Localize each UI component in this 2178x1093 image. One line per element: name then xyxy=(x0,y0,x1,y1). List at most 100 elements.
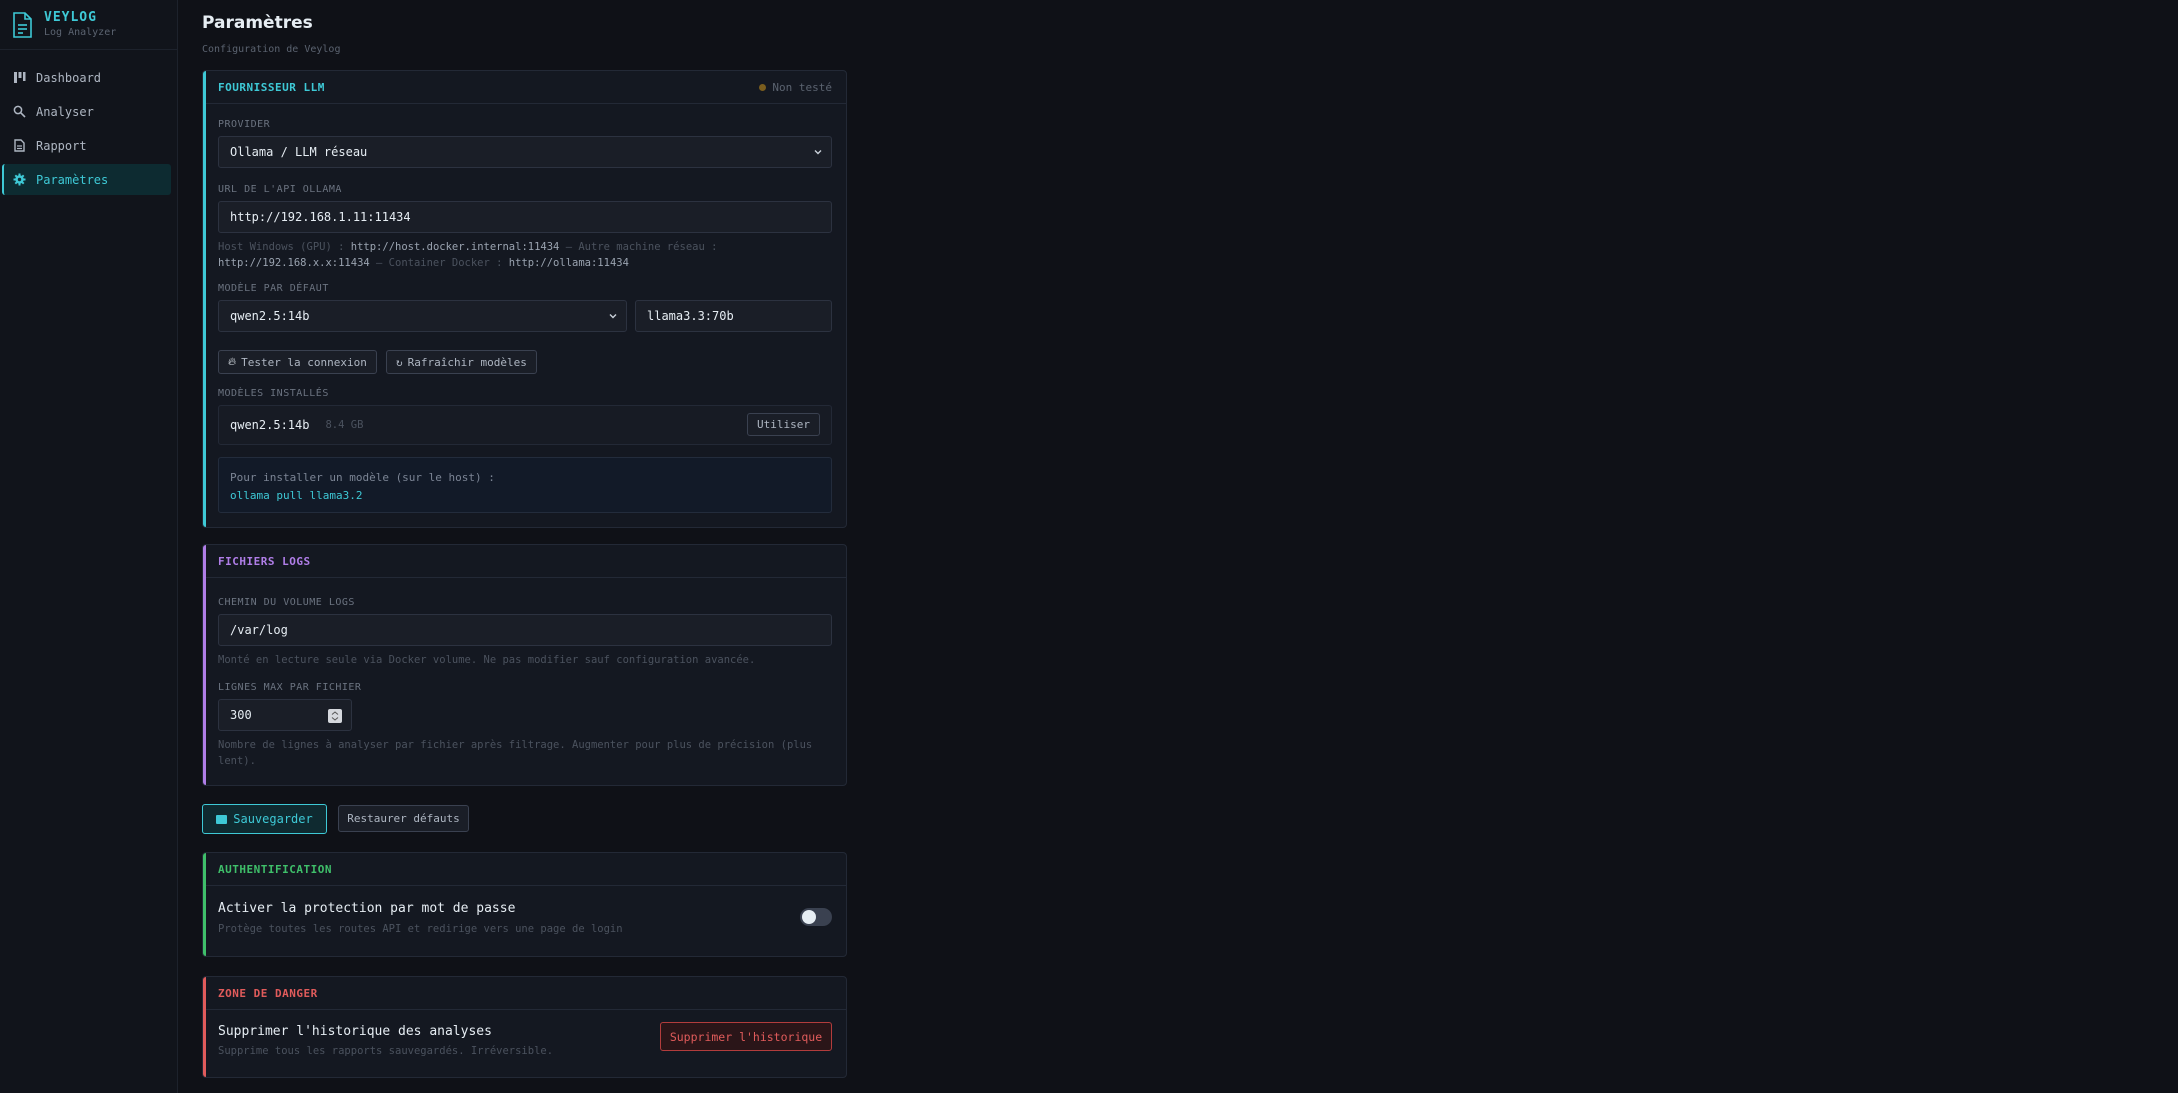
sidebar-item-label: Dashboard xyxy=(36,70,102,85)
test-connection-button[interactable]: 🔥︎ Tester la connexion xyxy=(218,350,377,374)
install-info-box: Pour installer un modèle (sur le host) :… xyxy=(218,457,832,513)
button-label: Rafraîchir modèles xyxy=(407,355,527,369)
search-icon xyxy=(13,105,26,118)
list-item: qwen2.5:14b 8.4 GB Utiliser xyxy=(218,405,832,445)
button-label: Supprimer l'historique xyxy=(669,1029,823,1044)
custom-model-input[interactable]: llama3.3:70b xyxy=(635,300,832,332)
flame-icon: 🔥︎ xyxy=(228,355,237,368)
logo-file-icon xyxy=(13,11,32,38)
button-label: Tester la connexion xyxy=(241,355,367,369)
url-hint: Host Windows (GPU) : http://host.docker.… xyxy=(218,239,717,271)
password-protection-subtitle: Protège toutes les routes API et redirig… xyxy=(218,923,623,935)
dashboard-icon xyxy=(14,72,26,83)
logs-path-input[interactable]: /var/log xyxy=(218,614,832,646)
hint-text: Host Windows (GPU) : xyxy=(218,241,351,253)
save-icon xyxy=(216,814,228,824)
status-dot-icon xyxy=(759,83,767,91)
llm-provider-card: FOURNISSEUR LLM Non testé PROVIDER Ollam… xyxy=(202,70,847,528)
page-subtitle: Configuration de Veylog xyxy=(202,44,341,55)
default-model-label: MODÈLE PAR DÉFAUT xyxy=(218,283,329,294)
hint-code: http://ollama:11434 xyxy=(508,257,629,269)
install-info-text: Pour installer un modèle (sur le host) : xyxy=(230,471,495,484)
hint-text: Nombre de lignes à analyser par fichier … xyxy=(218,739,813,751)
connection-status: Non testé xyxy=(759,81,832,94)
logs-path-hint: Monté en lecture seule via Docker volume… xyxy=(218,654,756,666)
page-title: Paramètres xyxy=(202,13,313,33)
max-lines-value: 300 xyxy=(230,708,252,722)
card-header: AUTHENTIFICATION xyxy=(203,853,846,886)
refresh-models-button[interactable]: ↻ Rafraîchir modèles xyxy=(386,350,537,374)
sidebar-item-parametres[interactable]: Paramètres xyxy=(2,164,171,195)
max-lines-input[interactable]: 300 xyxy=(218,699,352,731)
hint-code: http://host.docker.internal:11434 xyxy=(350,241,560,253)
danger-zone-card: ZONE DE DANGER Supprimer l'historique de… xyxy=(202,976,847,1078)
installed-models-label: MODÈLES INSTALLÉS xyxy=(218,388,329,399)
restore-defaults-button[interactable]: Restaurer défauts xyxy=(338,805,469,832)
chevron-down-icon xyxy=(609,314,617,319)
default-model-value: qwen2.5:14b xyxy=(230,309,310,323)
card-body: Supprimer l'historique des analyses Supp… xyxy=(203,1010,846,1077)
provider-select-value: Ollama / LLM réseau xyxy=(230,145,368,159)
custom-model-value: llama3.3:70b xyxy=(647,309,734,323)
logs-path-value: /var/log xyxy=(230,623,288,637)
sidebar-nav: Dashboard Analyser Rapport Paramètres xyxy=(0,50,177,195)
card-body: Activer la protection par mot de passe P… xyxy=(203,886,846,956)
card-title: FOURNISSEUR LLM xyxy=(218,80,325,94)
hint-code: http://192.168.x.x:11434 xyxy=(218,257,370,269)
main-content: Paramètres Configuration de Veylog FOURN… xyxy=(202,0,847,1078)
button-label: Restaurer défauts xyxy=(347,812,460,825)
card-title: ZONE DE DANGER xyxy=(218,986,318,1000)
provider-select[interactable]: Ollama / LLM réseau xyxy=(218,136,832,168)
number-stepper[interactable] xyxy=(328,709,342,723)
sidebar: VEYLOG Log Analyzer Dashboard Analyser R… xyxy=(0,0,178,1093)
log-files-card: FICHIERS LOGS CHEMIN DU VOLUME LOGS /var… xyxy=(202,544,847,786)
hint-text: — Container Docker : xyxy=(369,257,509,269)
sidebar-item-dashboard[interactable]: Dashboard xyxy=(2,62,171,93)
sidebar-item-label: Paramètres xyxy=(36,172,109,187)
sidebar-item-rapport[interactable]: Rapport xyxy=(2,130,171,161)
toggle-knob xyxy=(802,910,816,924)
ollama-url-input[interactable]: http://192.168.1.11:11434 xyxy=(218,201,832,233)
save-button[interactable]: Sauvegarder xyxy=(202,804,327,834)
model-name: qwen2.5:14b xyxy=(230,418,310,432)
password-protection-toggle[interactable] xyxy=(800,908,832,926)
delete-history-subtitle: Supprime tous les rapports sauvegardés. … xyxy=(218,1045,554,1057)
status-text: Non testé xyxy=(772,80,832,94)
brand-subtitle: Log Analyzer xyxy=(44,26,117,38)
card-header: FICHIERS LOGS xyxy=(203,545,846,578)
card-header: ZONE DE DANGER xyxy=(203,977,846,1010)
model-size: 8.4 GB xyxy=(325,419,364,431)
use-model-button[interactable]: Utiliser xyxy=(747,413,820,436)
sidebar-item-label: Analyser xyxy=(36,104,94,119)
provider-label: PROVIDER xyxy=(218,119,271,130)
hint-text: — Autre machine réseau : xyxy=(559,241,718,253)
delete-history-title: Supprimer l'historique des analyses xyxy=(218,1024,492,1039)
card-accent xyxy=(203,71,206,527)
card-header: FOURNISSEUR LLM Non testé xyxy=(203,71,846,104)
chevron-down-icon xyxy=(814,150,822,155)
button-label: Sauvegarder xyxy=(233,812,313,826)
url-label: URL DE L'API OLLAMA xyxy=(218,184,342,195)
stepper-arrows-icon xyxy=(331,711,339,721)
default-model-select[interactable]: qwen2.5:14b xyxy=(218,300,627,332)
document-icon xyxy=(14,139,25,152)
logs-path-label: CHEMIN DU VOLUME LOGS xyxy=(218,597,355,608)
install-command: ollama pull llama3.2 xyxy=(230,489,363,502)
ollama-url-value: http://192.168.1.11:11434 xyxy=(230,210,411,224)
max-lines-hint: Nombre de lignes à analyser par fichier … xyxy=(218,737,812,769)
max-lines-label: LIGNES MAX PAR FICHIER xyxy=(218,682,362,693)
sidebar-item-analyser[interactable]: Analyser xyxy=(2,96,171,127)
brand: VEYLOG Log Analyzer xyxy=(0,0,177,50)
delete-history-button[interactable]: Supprimer l'historique xyxy=(660,1022,832,1051)
card-title: FICHIERS LOGS xyxy=(218,554,311,568)
card-accent xyxy=(203,545,206,785)
button-label: Utiliser xyxy=(757,418,810,431)
authentication-card: AUTHENTIFICATION Activer la protection p… xyxy=(202,852,847,957)
card-title: AUTHENTIFICATION xyxy=(218,862,332,876)
brand-name: VEYLOG xyxy=(44,9,97,25)
gear-icon xyxy=(13,173,26,186)
password-protection-title: Activer la protection par mot de passe xyxy=(218,901,516,916)
refresh-icon: ↻ xyxy=(396,355,403,369)
sidebar-item-label: Rapport xyxy=(36,138,87,153)
hint-text: lent). xyxy=(218,755,256,767)
